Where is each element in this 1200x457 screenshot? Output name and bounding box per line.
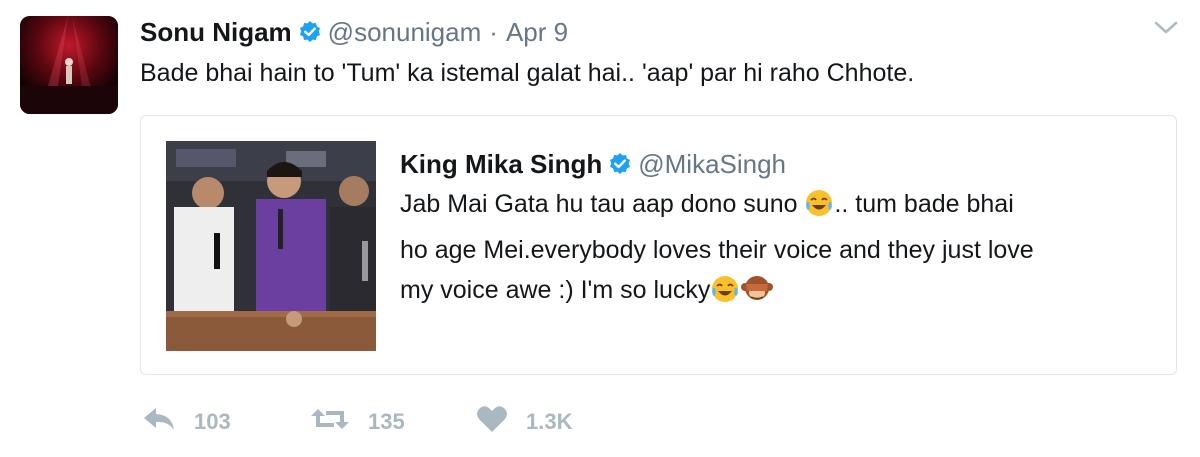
quoted-tweet-photo[interactable] (166, 141, 376, 351)
see-no-evil-monkey-emoji-icon (740, 274, 774, 316)
quoted-text-line: my voice awe :) I'm so lucky (400, 270, 1160, 316)
tweet-date[interactable]: Apr 9 (506, 17, 568, 48)
retweet-count: 135 (368, 409, 405, 434)
heart-icon (476, 405, 508, 439)
reply-count: 103 (194, 409, 231, 434)
quoted-author-name[interactable]: King Mika Singh (400, 149, 602, 180)
quoted-author-handle[interactable]: @MikaSingh (638, 149, 786, 180)
verified-badge-icon (298, 20, 322, 44)
header-separator: · (489, 16, 498, 47)
tears-of-joy-emoji-icon (710, 274, 740, 316)
tweet-text: Bade bhai hain to 'Tum' ka istemal galat… (140, 59, 915, 87)
verified-badge-icon (608, 152, 632, 176)
quoted-tweet-text: Jab Mai Gata hu tau aap dono suno .. tum… (400, 184, 1160, 316)
quoted-text-line: ho age Mei.everybody loves their voice a… (400, 236, 1034, 264)
retweet-icon (310, 405, 350, 439)
author-avatar[interactable] (20, 16, 118, 114)
avatar-image (20, 16, 118, 114)
chevron-down-icon[interactable] (1152, 18, 1180, 38)
author-name[interactable]: Sonu Nigam (140, 17, 292, 48)
quoted-tweet-card[interactable]: King Mika Singh @MikaSingh Jab Mai Gata … (140, 115, 1177, 375)
reply-icon (142, 405, 176, 439)
quoted-tweet-header: King Mika Singh @MikaSingh (400, 146, 786, 182)
tweet-header: Sonu Nigam @sonunigam · Apr 9 (140, 14, 568, 50)
retweet-button[interactable]: 135 (310, 402, 405, 442)
reply-button[interactable]: 103 (142, 402, 231, 442)
quoted-text-line: Jab Mai Gata hu tau aap dono suno .. tum… (400, 184, 1160, 230)
like-count: 1.3K (526, 409, 573, 434)
tears-of-joy-emoji-icon (804, 188, 834, 230)
quoted-text-segment: Jab Mai Gata hu tau aap dono suno (400, 190, 805, 218)
quoted-text-segment: .. tum bade bhai (834, 190, 1014, 218)
quoted-text-segment: my voice awe :) I'm so lucky (400, 276, 711, 304)
like-button[interactable]: 1.3K (476, 402, 572, 442)
author-handle[interactable]: @sonunigam (328, 17, 482, 48)
